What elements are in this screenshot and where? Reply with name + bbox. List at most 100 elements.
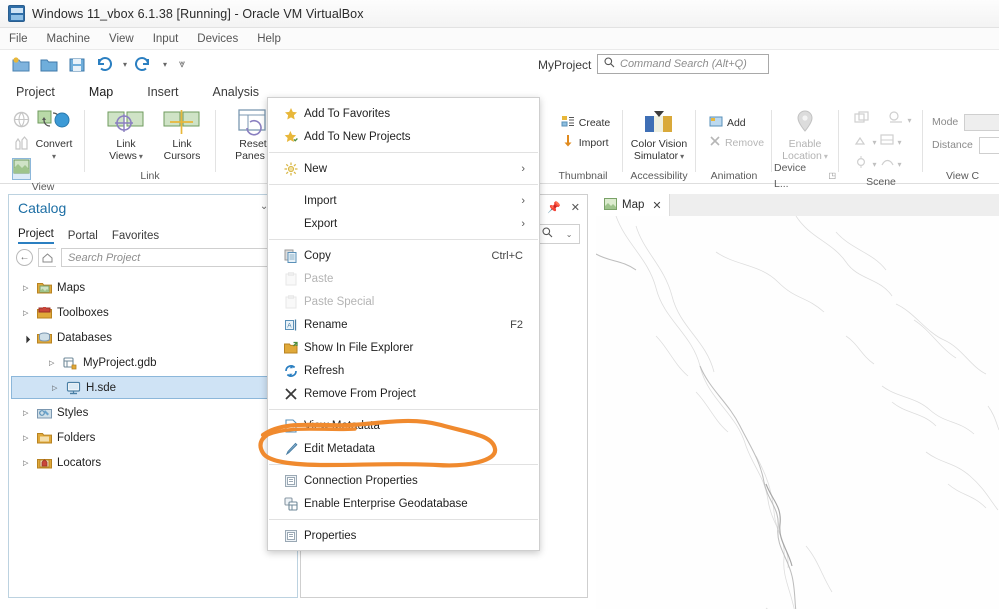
menu-help[interactable]: Help bbox=[257, 33, 281, 45]
color-vision-chevron-down-icon[interactable]: ▾ bbox=[680, 151, 684, 163]
secondary-pane-search[interactable]: ⌄ bbox=[534, 224, 580, 244]
scene-navigate-icon[interactable] bbox=[880, 155, 895, 174]
catalog-tree-item[interactable]: ▷ H.sde bbox=[11, 376, 295, 399]
command-search-input[interactable]: Command Search (Alt+Q) bbox=[597, 54, 769, 74]
secondary-pane-pin-icon[interactable]: 📌 bbox=[547, 201, 561, 214]
submenu-chevron-right-icon[interactable]: › bbox=[521, 163, 525, 175]
catalog-pane-tabs: Project Portal Favorites bbox=[9, 221, 297, 244]
convert-button[interactable]: Convert ▾ bbox=[32, 107, 77, 162]
catalog-tree-item[interactable]: ▷ MyProject.gdb bbox=[9, 350, 297, 375]
context-menu-item[interactable]: Show In File Explorer bbox=[268, 336, 539, 359]
close-icon[interactable]: ✕ bbox=[652, 199, 661, 212]
context-menu-item[interactable]: Export › bbox=[268, 212, 539, 235]
customize-qat-chevron-down-icon[interactable]: ⩔ bbox=[179, 58, 185, 71]
catalog-tab-portal[interactable]: Portal bbox=[68, 230, 98, 244]
locator-icon[interactable] bbox=[13, 136, 30, 156]
link-cursors-button[interactable]: Link Cursors bbox=[158, 107, 206, 162]
map-view-tab[interactable]: Map ✕ bbox=[596, 194, 670, 216]
tab-project[interactable]: Project bbox=[16, 85, 55, 99]
enable-location-chevron-down-icon[interactable]: ▾ bbox=[824, 151, 828, 163]
context-menu-item[interactable]: Add To Favorites bbox=[268, 102, 539, 125]
catalog-tree-item[interactable]: ▷ Toolboxes bbox=[9, 300, 297, 325]
device-location-dialog-launcher-icon[interactable]: ◳ bbox=[828, 168, 836, 184]
distance-input[interactable] bbox=[978, 136, 999, 154]
scene-elevation-chevron-down-icon[interactable]: ▾ bbox=[872, 138, 876, 147]
expand-arrow-right-icon[interactable]: ▷ bbox=[23, 309, 32, 317]
context-menu-item[interactable]: Remove From Project bbox=[268, 382, 539, 405]
add-animation-button[interactable]: Add bbox=[707, 113, 766, 132]
menu-file[interactable]: File bbox=[9, 33, 28, 45]
globe-icon[interactable] bbox=[13, 111, 30, 133]
convert-chevron-down-icon[interactable]: ▾ bbox=[52, 151, 56, 163]
link-cursors-label-line2: Cursors bbox=[163, 149, 201, 162]
context-menu-item[interactable]: Connection Properties bbox=[268, 469, 539, 492]
menu-view[interactable]: View bbox=[109, 33, 134, 45]
context-menu-item[interactable]: Add To New Projects bbox=[268, 125, 539, 148]
catalog-tree-item[interactable]: ▷ Styles bbox=[9, 400, 297, 425]
context-menu-item[interactable]: Copy Ctrl+C bbox=[268, 244, 539, 267]
new-project-icon[interactable] bbox=[11, 56, 31, 74]
color-vision-simulator-button[interactable]: Color Vision Simulator ▾ bbox=[626, 107, 692, 162]
tab-map[interactable]: Map bbox=[89, 85, 113, 99]
undo-icon[interactable] bbox=[95, 56, 115, 74]
redo-dropdown-chevron-down-icon[interactable]: ▾ bbox=[163, 60, 167, 69]
expand-arrow-right-icon[interactable]: ▷ bbox=[52, 384, 61, 392]
expand-arrow-right-icon[interactable]: ▷ bbox=[23, 409, 32, 417]
catalog-tab-project[interactable]: Project bbox=[18, 228, 54, 244]
scene-lighting-icon[interactable] bbox=[854, 155, 869, 174]
context-menu-item[interactable]: Refresh bbox=[268, 359, 539, 382]
search-icon[interactable] bbox=[542, 225, 553, 243]
catalog-search-input[interactable]: Search Project bbox=[61, 248, 291, 267]
open-project-icon[interactable] bbox=[39, 56, 59, 74]
menu-machine[interactable]: Machine bbox=[47, 33, 90, 45]
scene-lighting-chevron-down-icon[interactable]: ▾ bbox=[872, 160, 876, 169]
context-menu-item[interactable]: Properties bbox=[268, 524, 539, 547]
scene-navigate-chevron-down-icon[interactable]: ▾ bbox=[898, 160, 902, 169]
catalog-tree-item[interactable]: ◢ Databases bbox=[9, 325, 297, 350]
context-menu-item[interactable]: View Metadata bbox=[268, 414, 539, 437]
menu-input[interactable]: Input bbox=[153, 33, 179, 45]
link-views-chevron-down-icon[interactable]: ▾ bbox=[139, 151, 143, 163]
import-thumbnail-button[interactable]: Import bbox=[559, 133, 613, 152]
expand-arrow-down-icon[interactable]: ◢ bbox=[21, 331, 33, 344]
catalog-tree-item[interactable]: ▷ Locators bbox=[9, 450, 297, 475]
create-thumbnail-button[interactable]: Create bbox=[559, 113, 613, 132]
map-view-icon[interactable] bbox=[11, 158, 31, 180]
scene-elevation-icon[interactable] bbox=[854, 133, 869, 152]
scene-exaggeration-chevron-down-icon[interactable]: ▾ bbox=[907, 116, 911, 125]
expand-arrow-right-icon[interactable]: ▷ bbox=[23, 284, 32, 292]
scene-exaggeration-icon[interactable] bbox=[889, 111, 904, 130]
submenu-chevron-right-icon[interactable]: › bbox=[521, 195, 525, 207]
secondary-pane-search-chevron-down-icon[interactable]: ⌄ bbox=[566, 230, 573, 239]
undo-dropdown-chevron-down-icon[interactable]: ▾ bbox=[123, 60, 127, 69]
tab-insert[interactable]: Insert bbox=[147, 85, 178, 99]
catalog-tab-favorites[interactable]: Favorites bbox=[112, 230, 159, 244]
context-menu-item[interactable]: Edit Metadata bbox=[268, 437, 539, 460]
map-canvas[interactable] bbox=[596, 216, 999, 609]
menu-devices[interactable]: Devices bbox=[197, 33, 238, 45]
back-arrow-icon[interactable]: ← bbox=[16, 249, 33, 266]
context-menu-item[interactable]: Enable Enterprise Geodatabase bbox=[268, 492, 539, 515]
enable-location-button[interactable]: Enable Location ▾ bbox=[776, 107, 834, 162]
context-menu-item[interactable]: Import › bbox=[268, 189, 539, 212]
scene-layer-icon[interactable] bbox=[854, 111, 870, 130]
scene-surface-chevron-down-icon[interactable]: ▾ bbox=[898, 138, 902, 147]
expand-arrow-right-icon[interactable]: ▷ bbox=[23, 434, 32, 442]
expand-arrow-right-icon[interactable]: ▷ bbox=[49, 359, 58, 367]
save-project-icon[interactable] bbox=[67, 56, 87, 74]
context-menu-item[interactable]: A Rename F2 bbox=[268, 313, 539, 336]
scene-surface-icon[interactable] bbox=[879, 133, 895, 152]
secondary-pane-close-icon[interactable]: ✕ bbox=[571, 201, 580, 214]
home-icon[interactable] bbox=[38, 248, 56, 267]
folder-toolbox-icon bbox=[37, 306, 52, 320]
link-views-button[interactable]: Link Views ▾ bbox=[102, 107, 150, 162]
mode-input[interactable] bbox=[964, 113, 999, 131]
tab-analysis[interactable]: Analysis bbox=[213, 85, 260, 99]
submenu-chevron-right-icon[interactable]: › bbox=[521, 218, 525, 230]
context-menu-item[interactable]: New › bbox=[268, 157, 539, 180]
catalog-tree-item[interactable]: ▷ Folders bbox=[9, 425, 297, 450]
catalog-tree-item[interactable]: ▷ Maps bbox=[9, 275, 297, 300]
redo-icon[interactable] bbox=[135, 56, 155, 74]
remove-animation-button[interactable]: Remove bbox=[707, 133, 766, 152]
expand-arrow-right-icon[interactable]: ▷ bbox=[23, 459, 32, 467]
